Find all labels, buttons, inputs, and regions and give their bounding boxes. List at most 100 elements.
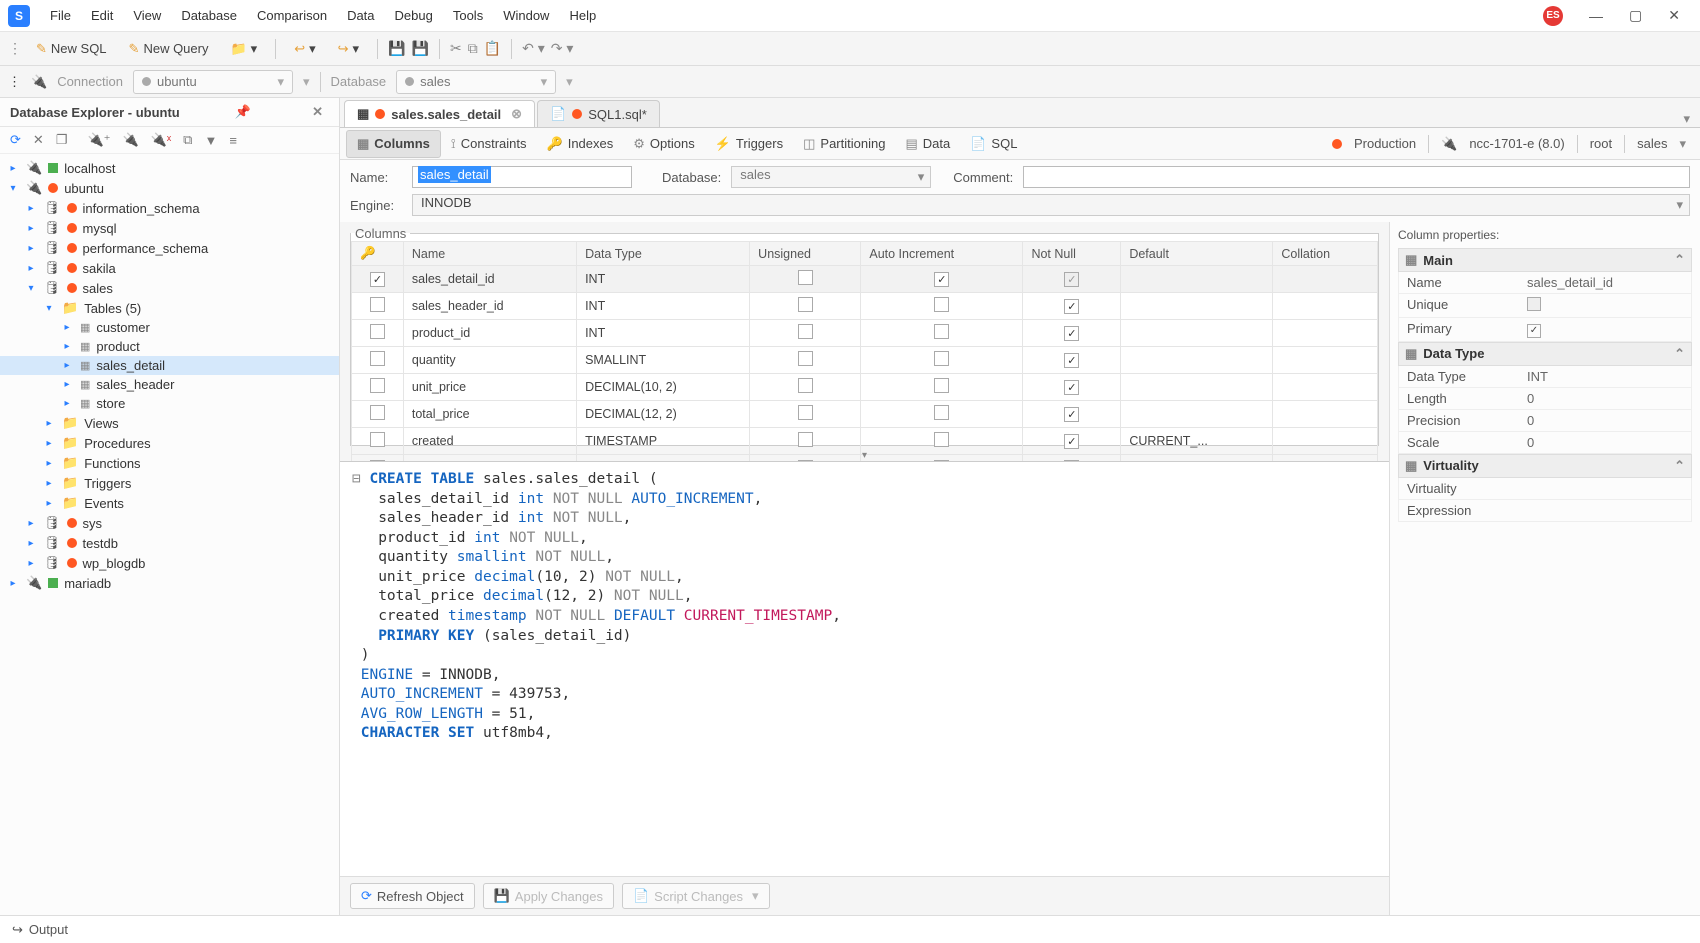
new-query-button[interactable]: ✎New Query (121, 37, 217, 61)
tree-node[interactable]: ▸▦sales_header (0, 375, 339, 394)
comment-input[interactable] (1023, 166, 1690, 188)
output-icon[interactable]: ↪ (12, 922, 23, 938)
subtab-sql[interactable]: 📄SQL (960, 130, 1027, 158)
tree-node[interactable]: ▸▦store (0, 394, 339, 413)
column-row[interactable]: ✓sales_detail_idINT✓✓ (352, 266, 1378, 293)
subtab-options[interactable]: ⚙Options (623, 130, 704, 158)
column-row[interactable]: product_idINT✓ (352, 320, 1378, 347)
tree-node[interactable]: ▸🛢sakila (0, 258, 339, 278)
col-header[interactable]: Data Type (577, 242, 750, 266)
tree-node[interactable]: ▸▦sales_detail (0, 356, 339, 375)
prop-row[interactable]: Unique (1398, 294, 1692, 318)
db-combo[interactable]: sales (731, 166, 931, 188)
menu-help[interactable]: Help (559, 4, 606, 27)
db-tree[interactable]: ▸🔌localhost▾🔌ubuntu▸🛢information_schema▸… (0, 154, 339, 915)
menu-tools[interactable]: Tools (443, 4, 493, 27)
prop-group[interactable]: ▦Data Type⌃ (1398, 342, 1692, 366)
col-header[interactable]: Default (1121, 242, 1273, 266)
delete-icon[interactable]: ✕ (33, 132, 44, 148)
col-header[interactable]: Name (403, 242, 576, 266)
close-panel-icon[interactable]: ✕ (306, 104, 329, 120)
expand-icon[interactable]: ⋮ (8, 40, 22, 57)
script-button[interactable]: 📄Script Changes▾ (622, 883, 770, 909)
tree-node[interactable]: ▸🛢sys (0, 513, 339, 533)
menu-edit[interactable]: Edit (81, 4, 123, 27)
tool-icon[interactable]: 🔌 (123, 132, 139, 148)
menu-database[interactable]: Database (171, 4, 247, 27)
disconnect-icon[interactable]: 🔌ˣ (151, 132, 171, 148)
tree-node[interactable]: ▸🔌mariadb (0, 573, 339, 593)
menu-file[interactable]: File (40, 4, 81, 27)
tree-node[interactable]: ▸▦product (0, 337, 339, 356)
menu-data[interactable]: Data (337, 4, 384, 27)
tree-node[interactable]: ▾📁Tables (5) (0, 298, 339, 318)
prop-group[interactable]: ▦Virtuality⌃ (1398, 454, 1692, 478)
prop-row[interactable]: Scale0 (1398, 432, 1692, 454)
prop-row[interactable]: Expression (1398, 500, 1692, 522)
column-row[interactable]: sales_header_idINT✓ (352, 293, 1378, 320)
expand-icon[interactable]: ⋮ (8, 74, 21, 90)
tree-node[interactable]: ▸📁Functions (0, 453, 339, 473)
connection-combo[interactable]: ubuntu▾ (133, 70, 293, 94)
col-header[interactable]: Not Null (1023, 242, 1121, 266)
new-sql-button[interactable]: ✎New SQL (28, 37, 115, 61)
tree-node[interactable]: ▸🛢mysql (0, 218, 339, 238)
database-combo[interactable]: sales▾ (396, 70, 556, 94)
tree-node[interactable]: ▸🛢information_schema (0, 198, 339, 218)
subtab-partitioning[interactable]: ◫Partitioning (793, 130, 895, 158)
tree-node[interactable]: ▸📁Triggers (0, 473, 339, 493)
prop-row[interactable]: Primary✓ (1398, 318, 1692, 342)
editor-tab[interactable]: ▦sales.sales_detail⊗ (344, 100, 535, 127)
undo-icon[interactable]: ↶ ▾ (522, 40, 545, 57)
menu-comparison[interactable]: Comparison (247, 4, 337, 27)
prop-group[interactable]: ▦Main⌃ (1398, 248, 1692, 272)
close-icon[interactable]: ✕ (1668, 7, 1680, 24)
paste-icon[interactable]: 📋 (484, 40, 501, 57)
tree-node[interactable]: ▾🛢sales (0, 278, 339, 298)
redo-icon[interactable]: ↷ ▾ (551, 40, 574, 57)
col-header[interactable]: Auto Increment (861, 242, 1023, 266)
tab-close-icon[interactable]: ⊗ (511, 106, 522, 122)
prop-row[interactable]: Length0 (1398, 388, 1692, 410)
tree-node[interactable]: ▸📁Views (0, 413, 339, 433)
back-button[interactable]: ↩▾ (286, 37, 323, 61)
refresh-button[interactable]: ⟳Refresh Object (350, 883, 475, 909)
column-row[interactable]: quantitySMALLINT✓ (352, 347, 1378, 374)
subtab-triggers[interactable]: ⚡Triggers (705, 130, 793, 158)
save-icon[interactable]: 💾 (388, 40, 405, 57)
refresh-icon[interactable]: ⟳ (10, 132, 21, 148)
tree-node[interactable]: ▸🛢testdb (0, 533, 339, 553)
forward-button[interactable]: ↪▾ (330, 37, 367, 61)
tree-node[interactable]: ▸📁Procedures (0, 433, 339, 453)
col-header[interactable]: Collation (1273, 242, 1378, 266)
column-row[interactable]: total_priceDECIMAL(12, 2)✓ (352, 401, 1378, 428)
menu-view[interactable]: View (123, 4, 171, 27)
tree-node[interactable]: ▸▦customer (0, 318, 339, 337)
subtab-constraints[interactable]: ⟟Constraints (441, 130, 537, 158)
tree-node[interactable]: ▸🛢performance_schema (0, 238, 339, 258)
name-input[interactable]: sales_detail (412, 166, 632, 188)
maximize-icon[interactable]: ▢ (1629, 7, 1642, 24)
menu-debug[interactable]: Debug (385, 4, 443, 27)
filter-icon[interactable]: ▼ (204, 133, 217, 148)
tree-node[interactable]: ▸🔌localhost (0, 158, 339, 178)
prop-row[interactable]: Namesales_detail_id (1398, 272, 1692, 294)
stack-icon[interactable]: ≡ (229, 133, 237, 148)
tree-node[interactable]: ▾🔌ubuntu (0, 178, 339, 198)
engine-combo[interactable]: INNODB (412, 194, 1690, 216)
window-icon[interactable]: ❐ (56, 132, 68, 148)
cut-icon[interactable]: ✂ (450, 40, 462, 57)
sql-preview[interactable]: ⊟ CREATE TABLE sales.sales_detail ( sale… (340, 461, 1389, 876)
prop-row[interactable]: Precision0 (1398, 410, 1692, 432)
tree-node[interactable]: ▸📁Events (0, 493, 339, 513)
new-conn-icon[interactable]: 🔌⁺ (87, 132, 110, 148)
prop-row[interactable]: Data TypeINT (1398, 366, 1692, 388)
minimize-icon[interactable]: — (1589, 8, 1603, 24)
subtab-columns[interactable]: ▦Columns (346, 130, 441, 158)
copy-icon[interactable]: ⧉ (468, 40, 478, 57)
prop-row[interactable]: Virtuality (1398, 478, 1692, 500)
lang-badge[interactable]: ES (1543, 6, 1563, 26)
collapse-icon[interactable]: ⧉ (183, 132, 192, 148)
apply-button[interactable]: 💾Apply Changes (483, 883, 614, 909)
tree-node[interactable]: ▸🛢wp_blogdb (0, 553, 339, 573)
